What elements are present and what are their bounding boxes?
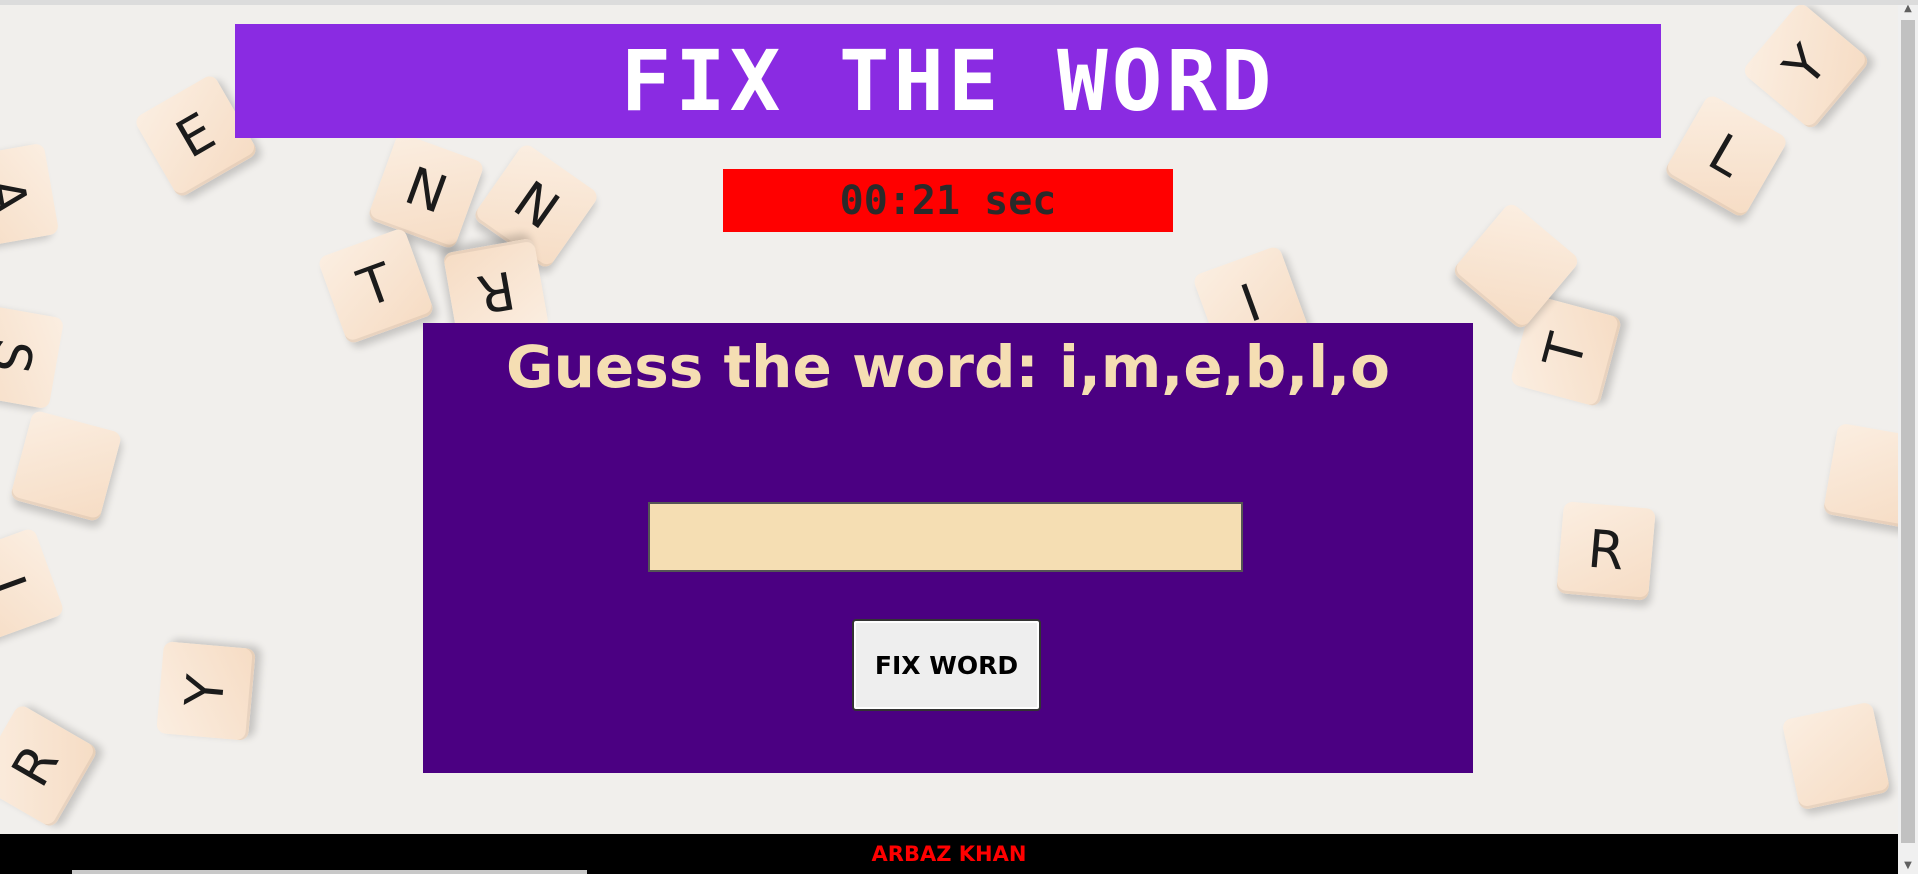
background-tile: T [317, 227, 435, 345]
timer-box: 00:21 sec [723, 169, 1173, 232]
timer-text: 00:21 sec [839, 177, 1057, 224]
page-viewport: E N N T R A S I Y R Y L T R I FIX THE WO… [0, 0, 1898, 874]
guess-prompt: Guess the word: i,m,e,b,l,o [505, 333, 1391, 401]
background-tile: Y [156, 641, 256, 741]
vertical-scrollbar[interactable]: ▲ ▼ [1898, 0, 1918, 874]
footer-author: ARBAZ KHAN [871, 842, 1027, 866]
footer: ARBAZ KHAN [0, 834, 1898, 874]
triangle-down-icon[interactable]: ▼ [1898, 857, 1918, 874]
background-tile: R [0, 703, 99, 829]
background-tile: R [1556, 501, 1656, 601]
title-banner: FIX THE WORD [235, 24, 1661, 138]
background-tile: I [0, 527, 65, 645]
background-tile: S [0, 302, 65, 410]
vertical-scrollbar-thumb[interactable] [1901, 20, 1915, 843]
background-tile: L [1663, 93, 1789, 219]
background-tile: A [0, 142, 60, 250]
game-panel: Guess the word: i,m,e,b,l,o FIX WORD [423, 323, 1473, 773]
window-top-border [0, 0, 1918, 5]
background-tile [1781, 701, 1891, 811]
background-tile [9, 409, 123, 523]
background-tile: N [367, 132, 485, 250]
background-tile [1822, 422, 1898, 530]
page-title: FIX THE WORD [620, 32, 1276, 130]
fix-word-button[interactable]: FIX WORD [852, 619, 1041, 711]
horizontal-scrollbar-thumb[interactable] [72, 870, 587, 874]
answer-input[interactable] [648, 502, 1243, 572]
background-tile: Y [1741, 1, 1871, 131]
